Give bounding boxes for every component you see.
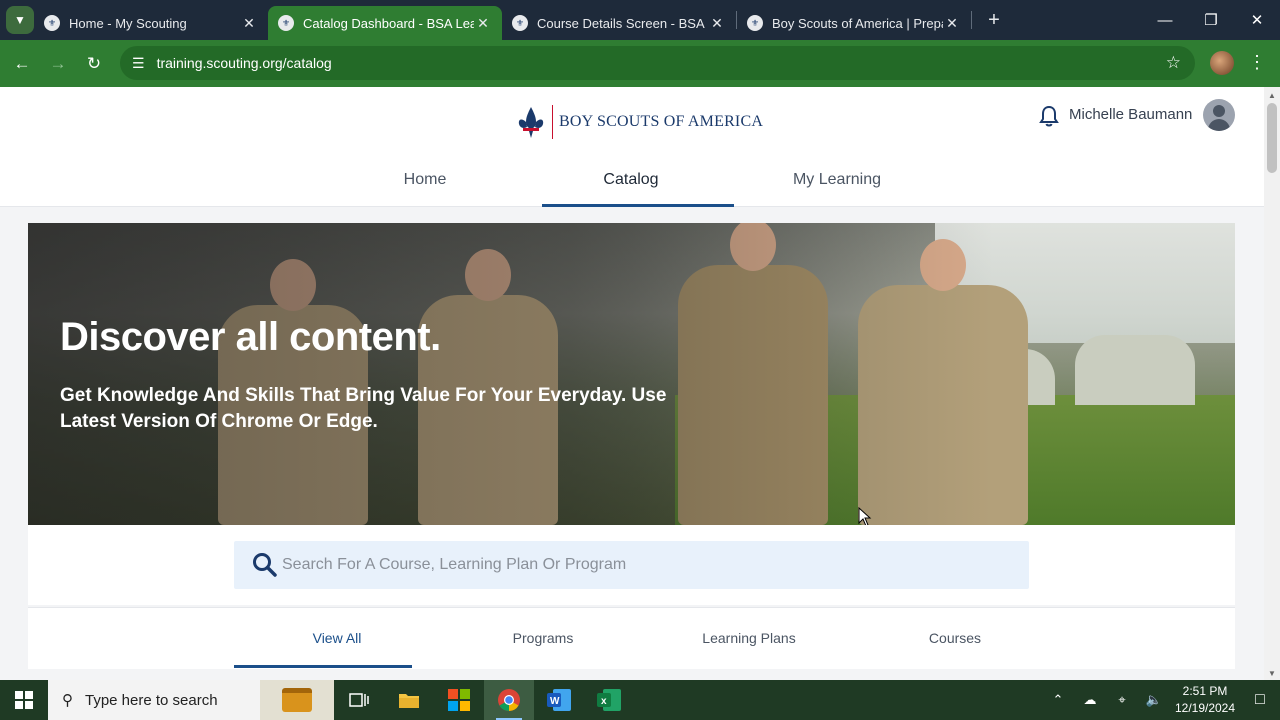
avatar-head xyxy=(1213,105,1225,117)
windows-logo-icon xyxy=(15,691,33,709)
browser-tab[interactable]: ⚜ Course Details Screen - BSA Lea ✕ xyxy=(502,6,736,40)
hero-title: Discover all content. xyxy=(60,315,441,359)
task-view-glyph xyxy=(349,693,369,707)
close-window-icon[interactable]: ✕ xyxy=(1234,0,1280,40)
browser-tab[interactable]: ⚜ Boy Scouts of America | Prepar ✕ xyxy=(737,6,971,40)
browser-tab-strip: ▼ ⚜ Home - My Scouting ✕ ⚜ Catalog Dashb… xyxy=(0,0,1280,40)
bookmark-star-icon[interactable]: ☆ xyxy=(1166,53,1181,73)
store-glyph xyxy=(448,689,470,711)
browser-tab-active[interactable]: ⚜ Catalog Dashboard - BSA Learn ✕ xyxy=(268,6,502,40)
tab-view-all[interactable]: View All xyxy=(234,608,440,668)
window-controls: — ❐ ✕ xyxy=(1142,0,1280,40)
scroll-down-icon[interactable]: ▼ xyxy=(1268,669,1276,678)
nav-catalog[interactable]: Catalog xyxy=(528,153,734,207)
filter-tabs: View All Programs Learning Plans Courses xyxy=(234,608,1058,668)
page-content: BOY SCOUTS OF AMERICA Michelle Baumann H… xyxy=(0,87,1264,680)
filter-tabs-panel: View All Programs Learning Plans Courses xyxy=(28,607,1235,669)
hero-banner: Discover all content. Get Knowledge And … xyxy=(28,223,1235,525)
search-box[interactable] xyxy=(234,541,1029,589)
folder-glyph xyxy=(399,694,419,708)
search-icon: ⚲ xyxy=(62,692,73,709)
user-name[interactable]: Michelle Baumann xyxy=(1069,106,1192,123)
forward-icon[interactable]: → xyxy=(40,46,76,82)
bsa-logo[interactable]: BOY SCOUTS OF AMERICA xyxy=(516,105,763,139)
tab-separator xyxy=(971,11,972,29)
close-icon[interactable]: ✕ xyxy=(240,15,258,32)
page-scrollbar[interactable]: ▲ ▼ xyxy=(1264,87,1280,680)
address-bar[interactable]: ☰ training.scouting.org/catalog ☆ xyxy=(120,46,1195,80)
system-tray: ⌃ ☁ ⌖ 🔈 2:51 PM 12/19/2024 □ xyxy=(1042,680,1280,720)
taskbar-search[interactable]: ⚲ Type here to search xyxy=(48,680,334,720)
windows-taskbar: ⚲ Type here to search W x ⌃ ☁ ⌖ 🔈 2:51 P… xyxy=(0,680,1280,720)
notification-icon[interactable]: □ xyxy=(1240,691,1280,709)
avatar-body xyxy=(1208,119,1230,131)
new-tab-button[interactable]: + xyxy=(980,9,1008,32)
close-icon[interactable]: ✕ xyxy=(474,15,492,32)
clock-time: 2:51 PM xyxy=(1182,684,1228,698)
main-nav: Home Catalog My Learning xyxy=(322,153,940,207)
scroll-up-icon[interactable]: ▲ xyxy=(1268,91,1276,100)
chrome-icon[interactable] xyxy=(484,680,534,720)
svg-text:W: W xyxy=(550,696,560,707)
brand-name: BOY SCOUTS OF AMERICA xyxy=(559,113,764,130)
tab-title: Course Details Screen - BSA Lea xyxy=(537,15,708,31)
profile-avatar[interactable] xyxy=(1210,51,1234,75)
bsa-emblem-icon: ⚜ xyxy=(278,15,294,31)
word-glyph: W xyxy=(547,689,571,711)
tab-search-button[interactable]: ▼ xyxy=(6,6,34,34)
bsa-emblem-icon: ⚜ xyxy=(512,15,528,31)
tab-courses[interactable]: Courses xyxy=(852,608,1058,668)
svg-text:x: x xyxy=(601,696,607,707)
tab-learning-plans[interactable]: Learning Plans xyxy=(646,608,852,668)
user-avatar[interactable] xyxy=(1203,99,1235,131)
logo-divider xyxy=(552,105,553,139)
bsa-emblem-icon: ⚜ xyxy=(747,15,763,31)
tab-title: Catalog Dashboard - BSA Learn xyxy=(303,15,474,31)
search-icon[interactable] xyxy=(252,552,278,578)
chevron-down-icon: ▼ xyxy=(14,13,26,27)
close-icon[interactable]: ✕ xyxy=(708,15,726,32)
fleur-de-lis-icon: ⚜ xyxy=(44,15,60,31)
volume-icon[interactable]: 🔈 xyxy=(1138,692,1170,708)
nav-home[interactable]: Home xyxy=(322,153,528,207)
show-hidden-icons-icon[interactable]: ⌃ xyxy=(1042,692,1074,708)
nav-my-learning[interactable]: My Learning xyxy=(734,153,940,207)
close-icon[interactable]: ✕ xyxy=(943,15,961,32)
hero-subtitle: Get Knowledge And Skills That Bring Valu… xyxy=(60,385,667,432)
word-icon[interactable]: W xyxy=(534,680,584,720)
tab-programs[interactable]: Programs xyxy=(440,608,646,668)
more-menu-icon[interactable]: ⋮ xyxy=(1248,52,1266,73)
reload-icon[interactable]: ↻ xyxy=(76,46,112,82)
chrome-glyph xyxy=(498,689,520,711)
file-explorer-icon[interactable] xyxy=(384,680,434,720)
search-panel xyxy=(28,525,1235,605)
briefcase-icon[interactable] xyxy=(282,688,312,712)
tab-title: Boy Scouts of America | Prepar xyxy=(772,15,943,31)
minimize-icon[interactable]: — xyxy=(1142,0,1188,40)
search-input[interactable] xyxy=(282,556,982,574)
restore-icon[interactable]: ❐ xyxy=(1188,0,1234,40)
url-text[interactable]: training.scouting.org/catalog xyxy=(157,55,332,71)
hero-overlay xyxy=(28,223,1235,525)
back-icon[interactable]: ← xyxy=(4,46,40,82)
excel-icon[interactable]: x xyxy=(584,680,634,720)
windows-start-button[interactable] xyxy=(0,680,48,720)
wifi-icon[interactable]: ⌖ xyxy=(1106,692,1138,708)
mouse-cursor-icon xyxy=(858,507,872,527)
clock-date: 12/19/2024 xyxy=(1174,701,1236,715)
site-header: BOY SCOUTS OF AMERICA Michelle Baumann H… xyxy=(0,87,1264,207)
scroll-thumb[interactable] xyxy=(1267,103,1277,173)
microsoft-store-icon[interactable] xyxy=(434,680,484,720)
fleur-de-lis-icon xyxy=(518,107,544,138)
browser-tab[interactable]: ⚜ Home - My Scouting ✕ xyxy=(34,6,268,40)
onedrive-cloud-icon[interactable]: ☁ xyxy=(1074,692,1106,708)
excel-glyph: x xyxy=(597,689,621,711)
tab-title: Home - My Scouting xyxy=(69,15,187,31)
browser-toolbar: ← → ↻ ☰ training.scouting.org/catalog ☆ … xyxy=(0,40,1280,87)
site-settings-icon[interactable]: ☰ xyxy=(132,55,145,72)
bell-icon[interactable] xyxy=(1039,105,1059,127)
task-view-icon[interactable] xyxy=(334,680,384,720)
clock[interactable]: 2:51 PM 12/19/2024 xyxy=(1170,683,1240,717)
taskbar-search-text[interactable]: Type here to search xyxy=(85,692,218,709)
